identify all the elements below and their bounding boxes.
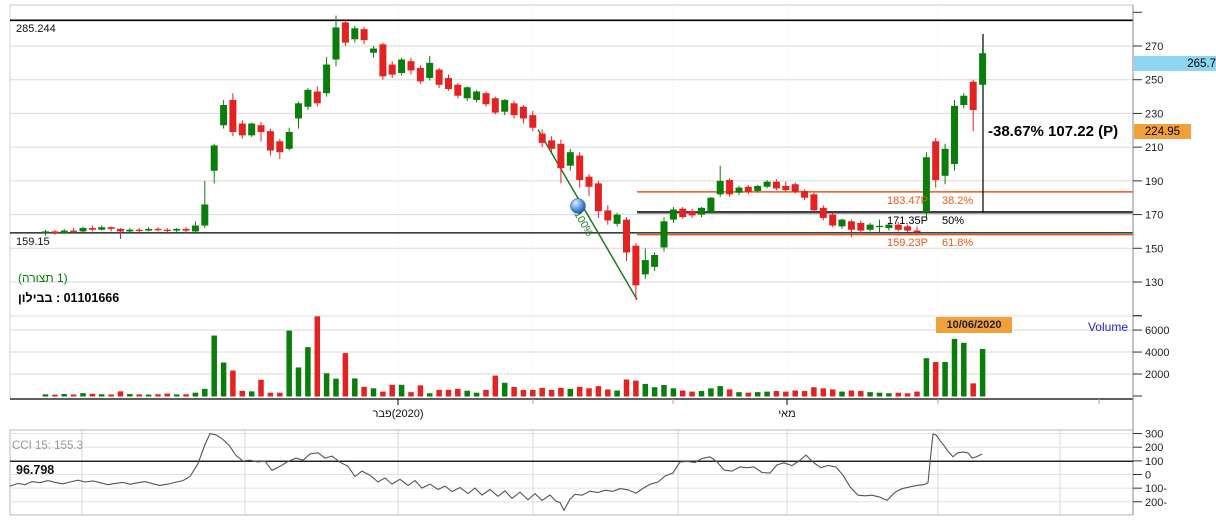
cci-level-label: 96.798: [16, 464, 54, 477]
svg-text:4000: 4000: [1145, 347, 1169, 359]
volume-title: Volume: [1088, 321, 1128, 333]
svg-text:200: 200: [1145, 442, 1163, 454]
instrument-label: בבילון‎ : 01101666: [18, 292, 119, 305]
fib-measure-text: -38.67% 107.22 (P): [988, 124, 1118, 139]
svg-text:150: 150: [1145, 243, 1163, 255]
x-axis-label: פבר‎(2020): [373, 408, 424, 420]
svg-text:230: 230: [1145, 108, 1163, 120]
trading-chart-root: 100% פבר‎(2020) מאי 270 250 230 210 190 170 150 13…: [0, 0, 1216, 526]
svg-text:210: 210: [1145, 142, 1163, 154]
svg-text:100: 100: [1145, 456, 1163, 468]
fib-50-pct: 50%: [942, 216, 964, 227]
cci-legend: CCI 15: 155.3: [12, 441, 83, 453]
svg-text:200-: 200-: [1145, 497, 1167, 509]
fib-level-38: 183.47P 38.2%: [887, 196, 973, 207]
chart-canvas[interactable]: 100% פבר‎(2020) מאי 270 250 230 210 190 170 150 13…: [0, 0, 1216, 526]
volume-layer: [43, 316, 986, 396]
fib-level-50: 171.35P 50%: [887, 216, 964, 227]
svg-text:0: 0: [1145, 470, 1151, 482]
trend-handle[interactable]: [571, 198, 586, 213]
svg-text:190: 190: [1145, 176, 1163, 188]
date-tag: 10/06/2020: [936, 317, 1012, 333]
base-line-label: 159.15: [16, 237, 50, 248]
candles-layer: [42, 16, 986, 300]
fib-61-price: 159.23P: [887, 238, 928, 249]
fib-level-61: 159.23P 61.8%: [887, 238, 973, 249]
x-axis: פבר‎(2020) מאי: [10, 399, 1133, 420]
svg-text:250: 250: [1145, 75, 1163, 87]
prior-high-label: 285.244: [16, 24, 56, 35]
price-axis: 2702502302101901701501306000400020003002…: [1133, 5, 1169, 515]
cci-layer: [10, 434, 1133, 511]
fib-61-pct: 61.8%: [942, 238, 973, 249]
svg-text:170: 170: [1145, 210, 1163, 222]
x-axis-label: מאי: [778, 408, 795, 420]
svg-text:6000: 6000: [1145, 325, 1169, 337]
fib-38-pct: 38.2%: [942, 196, 973, 207]
alert-price-tag: 224.95: [1134, 124, 1191, 139]
gridlines: [10, 5, 1133, 515]
svg-text:300: 300: [1145, 429, 1163, 441]
last-price-tag: 265.7: [1134, 56, 1216, 71]
fib-50-price: 171.35P: [887, 216, 928, 227]
fib-38-price: 183.47P: [887, 196, 928, 207]
svg-text:100-: 100-: [1145, 483, 1167, 495]
formation-label: (תצורה‎ 1): [18, 272, 68, 284]
svg-text:2000: 2000: [1145, 369, 1169, 381]
svg-text:130: 130: [1145, 277, 1163, 289]
svg-text:270: 270: [1145, 41, 1163, 53]
svg-text:100%: 100%: [571, 209, 595, 238]
